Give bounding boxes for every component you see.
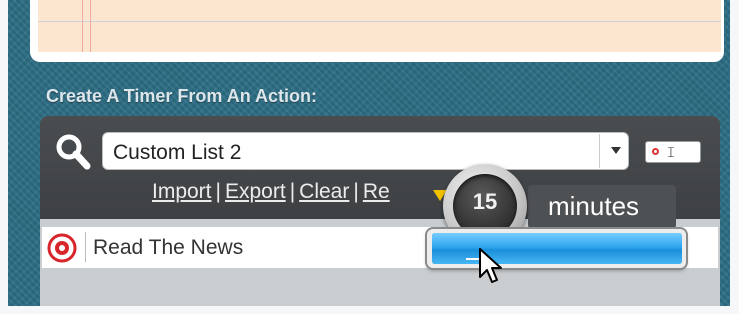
separator: | [289, 180, 296, 203]
chevron-down-icon[interactable] [611, 147, 621, 154]
left-border [0, 0, 8, 314]
separator: | [353, 180, 359, 203]
text-cursor-icon: 𝙸 [666, 144, 676, 160]
list-select-value: Custom List 2 [113, 141, 242, 164]
timer-value: 15 [472, 189, 498, 214]
select-divider [599, 134, 600, 168]
right-border [730, 0, 739, 314]
import-link[interactable]: Import [152, 180, 212, 203]
note-margin-line [82, 0, 83, 52]
list-actions: Import | Export | Clear | Re [152, 180, 390, 208]
timer-unit-text: minutes [548, 191, 640, 221]
erase-button[interactable]: 𝙸 [645, 141, 701, 163]
export-link[interactable]: Export [225, 180, 286, 203]
section-title: Create A Timer From An Action: [46, 86, 318, 106]
partial-link[interactable]: Re [363, 180, 390, 203]
bottom-border [0, 306, 739, 314]
list-select[interactable]: Custom List 2 [102, 132, 629, 170]
target-icon[interactable] [47, 233, 77, 263]
note-margin-line [90, 0, 91, 52]
clear-link[interactable]: Clear [299, 180, 349, 203]
timer-unit-label: minutes [528, 185, 676, 229]
list-item-label: Read The News [93, 236, 244, 259]
app-frame: Create A Timer From An Action: Custom Li… [0, 0, 739, 314]
mouse-pointer-icon [479, 248, 502, 283]
separator: | [215, 180, 221, 203]
item-divider [85, 232, 86, 262]
note-paper[interactable] [38, 0, 721, 52]
erase-icon [652, 148, 659, 155]
magnifier-icon [56, 134, 91, 170]
